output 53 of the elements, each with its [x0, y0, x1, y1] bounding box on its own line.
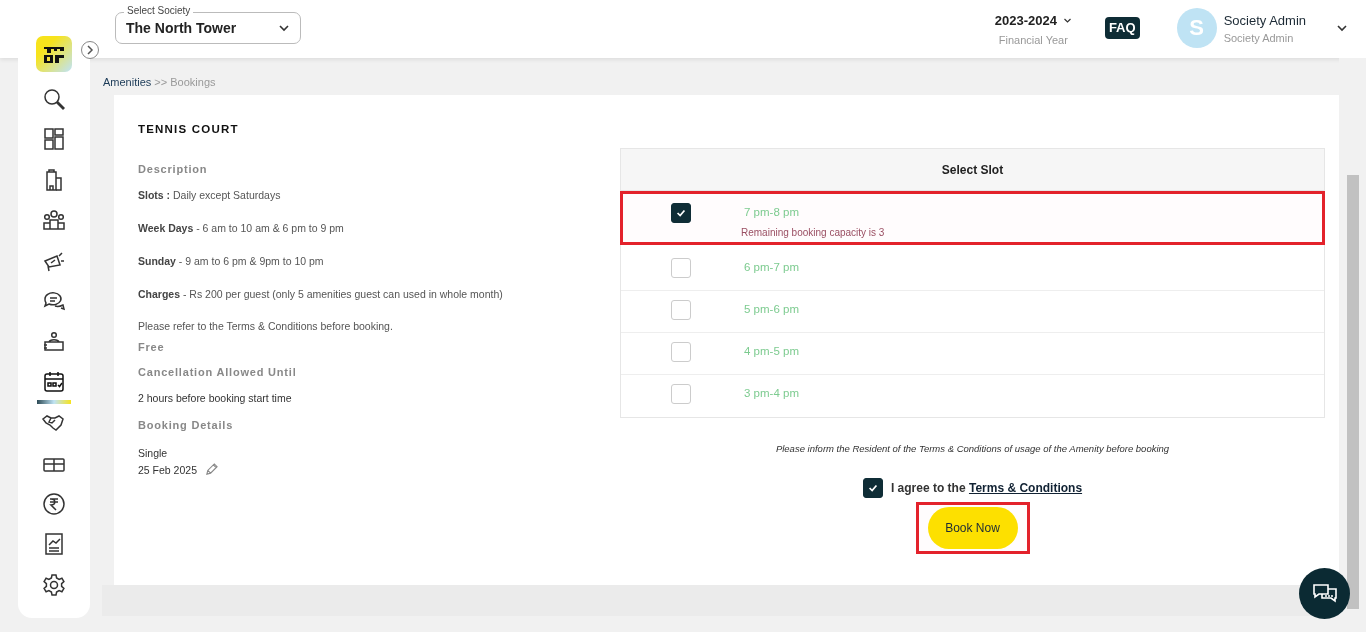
check-icon: [866, 482, 879, 494]
user-role: Society Admin: [1223, 31, 1295, 44]
pencil-icon[interactable]: [204, 463, 218, 476]
book-now-button[interactable]: Book Now: [927, 507, 1018, 549]
description-text: Charges - Rs 200 per guest (only 5 amenities guest can used in whole month): [138, 288, 504, 300]
description-text: Week Days - 6 am to 10 am & 6 pm to 9 pm: [138, 222, 345, 234]
slot-time: 7 pm-8 pm: [744, 206, 800, 218]
cancellation-text: 2 hours before booking start time: [138, 392, 293, 404]
collapse-toggle[interactable]: [81, 41, 99, 59]
section-heading: Booking Details: [138, 419, 235, 431]
info-text: Please inform the Resident of the Terms & Conditions of usage of the Amenity before booking: [775, 443, 1170, 454]
agree-checkbox[interactable]: [862, 478, 883, 498]
slot-time: 6 pm-7 pm: [744, 261, 799, 273]
financial-year-select[interactable]: 2023-2024: [994, 13, 1072, 28]
slot-time: 4 pm-5 pm: [744, 345, 799, 357]
slot-time: 3 pm-4 pm: [744, 387, 799, 399]
capacity-text: Remaining booking capacity is 3: [741, 227, 885, 238]
select-label: Select Society: [124, 5, 194, 16]
section-heading: Description: [138, 163, 209, 175]
check-icon: [675, 207, 687, 219]
logo-icon: [36, 36, 72, 72]
section-heading: Cancellation Allowed Until: [138, 366, 298, 378]
chevron-down-icon[interactable]: [1336, 22, 1348, 34]
chevron-down-icon: [278, 22, 290, 34]
search-icon: [42, 86, 66, 111]
slot-time: 5 pm-6 pm: [744, 303, 799, 315]
person-at-desk-icon: [42, 329, 66, 354]
financial-year-label: Financial Year: [998, 34, 1068, 46]
people-icon: [42, 208, 66, 233]
breadcrumb-link[interactable]: Amenities: [103, 76, 152, 88]
calendar-icon: [42, 370, 66, 395]
breadcrumb-current: >> Bookings: [153, 76, 216, 88]
user-name: Society Admin: [1223, 12, 1306, 28]
charge-type: Free: [138, 341, 166, 353]
settings-icon: [42, 572, 66, 597]
faq-button[interactable]: FAQ: [1104, 17, 1140, 39]
scrollbar-thumb[interactable]: [1346, 175, 1359, 609]
description-text: Slots : Daily except Saturdays: [138, 189, 282, 201]
agree-text: I agree to the Terms & Conditions: [890, 481, 1083, 495]
chevron-down-icon: [1062, 16, 1072, 25]
booking-date: 25 Feb 2025: [138, 463, 197, 476]
table-header: Select Slot: [621, 149, 1324, 191]
chevron-right-icon: [86, 45, 94, 55]
description-text: Sunday - 9 am to 6 pm & 9pm to 10 pm: [138, 255, 325, 267]
slot-checkbox[interactable]: [671, 203, 691, 223]
avatar: S: [1176, 8, 1217, 48]
note-text: Please refer to the Terms & Conditions before booking.: [138, 320, 394, 332]
dashboard-icon: [42, 127, 66, 152]
terms-link[interactable]: Terms & Conditions: [968, 481, 1083, 495]
booking-type: Single: [138, 447, 169, 459]
amenity-title: TENNIS COURT: [138, 123, 240, 135]
chart-icon: [42, 532, 66, 557]
rupee-icon: [42, 491, 66, 516]
